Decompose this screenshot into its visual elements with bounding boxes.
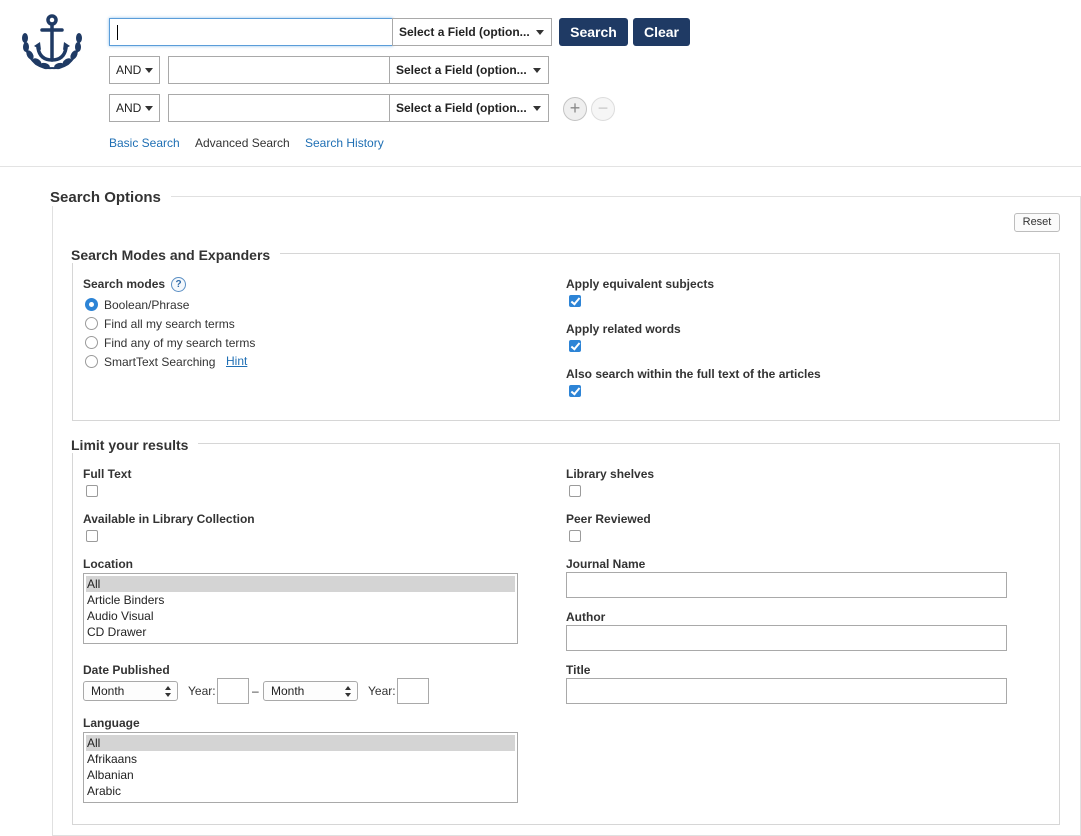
- reset-button[interactable]: Reset: [1014, 213, 1060, 232]
- language-label: Language: [83, 716, 140, 730]
- tab-advanced-search[interactable]: Advanced Search: [195, 136, 290, 150]
- author-label: Author: [566, 610, 606, 624]
- mode-label-find-any: Find any of my search terms: [104, 336, 256, 350]
- field-select-1-label: Select a Field (option...: [399, 25, 530, 39]
- search-modes-title: Search Modes and Expanders: [71, 247, 281, 263]
- clear-button[interactable]: Clear: [633, 18, 690, 46]
- checkbox-related-words[interactable]: [569, 340, 581, 352]
- chevron-down-icon: [145, 106, 153, 111]
- search-button[interactable]: Search: [559, 18, 628, 46]
- text-cursor: [117, 25, 118, 40]
- journal-name-label: Journal Name: [566, 557, 646, 571]
- operator-select-2[interactable]: AND: [109, 56, 160, 84]
- title-label: Title: [566, 663, 591, 677]
- start-year-label: Year:: [188, 684, 216, 698]
- library-shelves-label: Library shelves: [566, 467, 655, 481]
- expander-label-fulltext: Also search within the full text of the …: [566, 367, 821, 381]
- hint-link[interactable]: Hint: [226, 354, 247, 368]
- field-select-2[interactable]: Select a Field (option...: [389, 56, 549, 84]
- checkbox-library-shelves[interactable]: [569, 485, 581, 497]
- location-listbox[interactable]: All Article Binders Audio Visual CD Draw…: [83, 573, 518, 644]
- anchor-wreath-logo-icon: [22, 14, 82, 70]
- search-input-2[interactable]: [168, 56, 390, 84]
- help-icon[interactable]: ?: [171, 277, 186, 292]
- field-select-3-label: Select a Field (option...: [396, 101, 527, 115]
- checkbox-full-text-search[interactable]: [569, 385, 581, 397]
- updown-arrows-icon: [345, 686, 351, 697]
- search-input-1[interactable]: [109, 18, 393, 46]
- updown-arrows-icon: [165, 686, 171, 697]
- radio-find-all[interactable]: [85, 317, 98, 330]
- end-year-input[interactable]: [397, 678, 429, 704]
- field-select-2-label: Select a Field (option...: [396, 63, 527, 77]
- chevron-down-icon: [533, 68, 541, 73]
- search-header: Select a Field (option... Search Clear A…: [0, 0, 1081, 167]
- start-month-select[interactable]: Month: [83, 681, 178, 701]
- journal-name-input[interactable]: [566, 572, 1007, 598]
- start-month-label: Month: [91, 684, 125, 698]
- list-item[interactable]: All: [86, 735, 515, 751]
- add-row-icon[interactable]: +: [563, 97, 587, 121]
- peer-reviewed-label: Peer Reviewed: [566, 512, 651, 526]
- list-item[interactable]: Arabic: [84, 783, 517, 799]
- operator-select-3[interactable]: AND: [109, 94, 160, 122]
- chevron-down-icon: [145, 68, 153, 73]
- list-item[interactable]: Audio Visual: [84, 608, 517, 624]
- mode-label-find-all: Find all my search terms: [104, 317, 235, 331]
- full-text-label: Full Text: [83, 467, 132, 481]
- list-item[interactable]: All: [86, 576, 515, 592]
- expander-label-related: Apply related words: [566, 322, 681, 336]
- checkbox-full-text[interactable]: [86, 485, 98, 497]
- radio-boolean-phrase[interactable]: [85, 298, 98, 311]
- radio-smarttext[interactable]: [85, 355, 98, 368]
- radio-find-any[interactable]: [85, 336, 98, 349]
- limits-title: Limit your results: [71, 437, 199, 453]
- mode-label-boolean: Boolean/Phrase: [104, 298, 190, 312]
- remove-row-icon[interactable]: −: [591, 97, 615, 121]
- search-options-title: Search Options: [50, 189, 171, 206]
- checkbox-available[interactable]: [86, 530, 98, 542]
- checkbox-peer-reviewed[interactable]: [569, 530, 581, 542]
- start-year-input[interactable]: [217, 678, 249, 704]
- language-listbox[interactable]: All Afrikaans Albanian Arabic: [83, 732, 518, 803]
- list-item[interactable]: Article Binders: [84, 592, 517, 608]
- search-modes-label: Search modes: [83, 277, 166, 291]
- date-published-label: Date Published: [83, 663, 170, 677]
- date-dash: –: [252, 684, 259, 698]
- end-year-label: Year:: [368, 684, 396, 698]
- checkbox-equivalent-subjects[interactable]: [569, 295, 581, 307]
- field-select-1[interactable]: Select a Field (option...: [392, 18, 552, 46]
- available-label: Available in Library Collection: [83, 512, 255, 526]
- operator-label-3: AND: [116, 101, 142, 115]
- operator-label-2: AND: [116, 63, 142, 77]
- chevron-down-icon: [536, 30, 544, 35]
- end-month-label: Month: [271, 684, 305, 698]
- title-input[interactable]: [566, 678, 1007, 704]
- tab-search-history[interactable]: Search History: [305, 136, 384, 150]
- end-month-select[interactable]: Month: [263, 681, 358, 701]
- chevron-down-icon: [533, 106, 541, 111]
- author-input[interactable]: [566, 625, 1007, 651]
- expander-label-equivalent: Apply equivalent subjects: [566, 277, 715, 291]
- mode-label-smarttext: SmartText Searching: [104, 355, 216, 369]
- search-input-3[interactable]: [168, 94, 390, 122]
- list-item[interactable]: Afrikaans: [84, 751, 517, 767]
- list-item[interactable]: Albanian: [84, 767, 517, 783]
- field-select-3[interactable]: Select a Field (option...: [389, 94, 549, 122]
- tab-basic-search[interactable]: Basic Search: [109, 136, 180, 150]
- location-label: Location: [83, 557, 133, 571]
- list-item[interactable]: CD Drawer: [84, 624, 517, 640]
